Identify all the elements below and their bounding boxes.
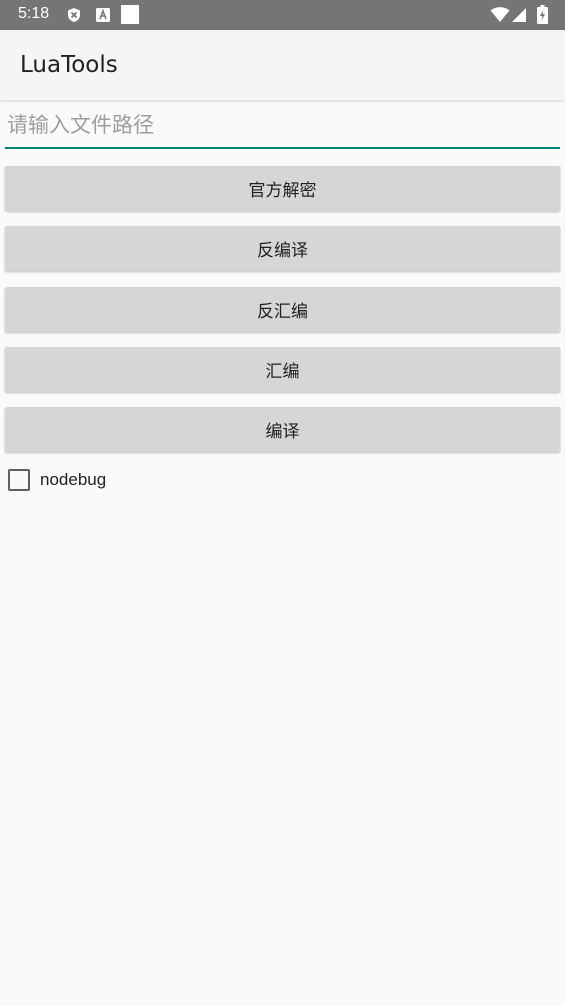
compile-button[interactable]: 编译 bbox=[5, 407, 560, 452]
nodebug-checkbox[interactable] bbox=[8, 469, 30, 491]
app-bar: LuaTools bbox=[0, 30, 565, 100]
shield-x-icon bbox=[68, 8, 80, 22]
disassemble-button[interactable]: 反汇编 bbox=[5, 287, 560, 332]
signal-icon bbox=[512, 8, 526, 22]
official-decrypt-button[interactable]: 官方解密 bbox=[5, 166, 560, 211]
decompile-button[interactable]: 反编译 bbox=[5, 226, 560, 271]
app-title: LuaTools bbox=[20, 52, 118, 78]
status-time: 5:18 bbox=[18, 5, 50, 22]
assemble-button[interactable]: 汇编 bbox=[5, 347, 560, 392]
battery-charging-icon bbox=[537, 5, 548, 24]
nodebug-label[interactable]: nodebug bbox=[40, 470, 106, 490]
a-box-icon bbox=[96, 8, 110, 22]
white-square-icon bbox=[121, 5, 139, 24]
wifi-icon bbox=[490, 7, 510, 22]
file-path-input[interactable] bbox=[5, 108, 560, 149]
status-bar: 5:18 bbox=[0, 0, 565, 30]
nodebug-checkbox-row[interactable]: nodebug bbox=[8, 468, 106, 492]
